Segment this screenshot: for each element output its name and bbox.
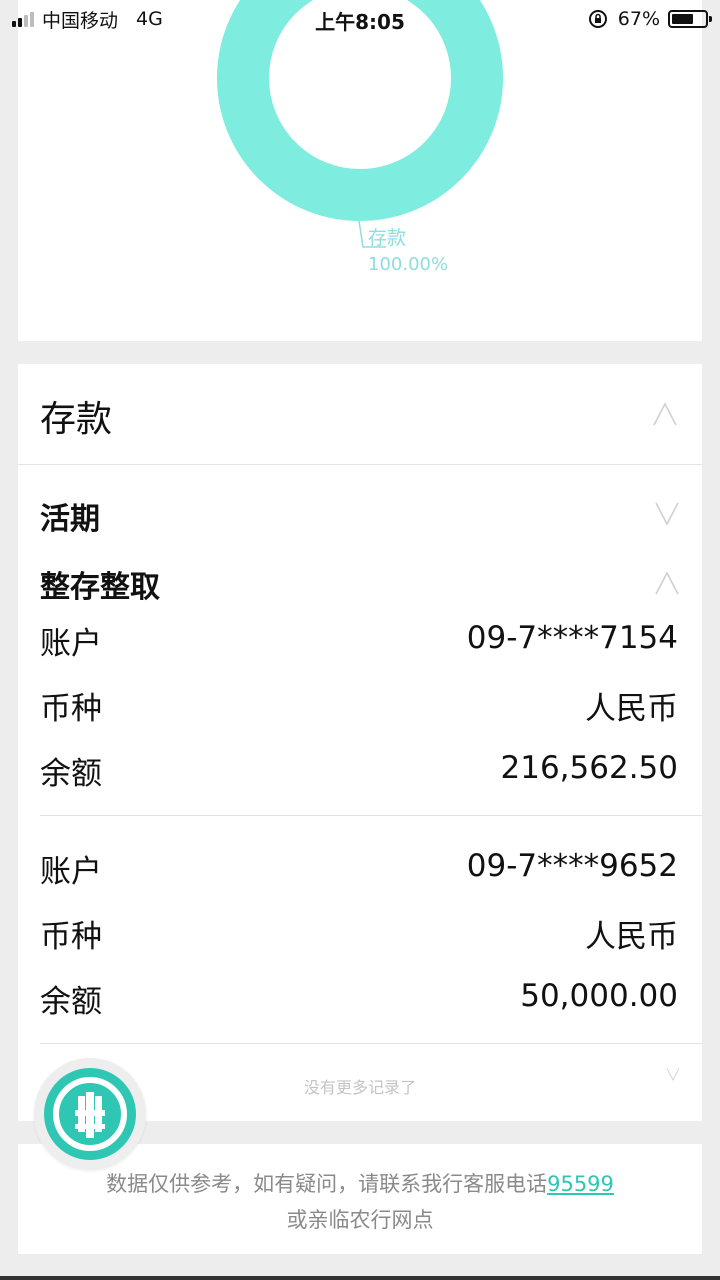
abc-bank-logo-icon <box>44 1068 136 1160</box>
deposit-card: 存款 活期 整存整取 账户 09-7****7154 币种 人民币 余额 216… <box>18 364 702 1121</box>
disclaimer-line-1: 数据仅供参考，如有疑问，请联系我行客服电话95599 <box>18 1168 702 1198</box>
account-divider <box>40 815 702 816</box>
balance-value: 50,000.00 <box>520 978 678 1014</box>
account-label: 账户 <box>40 626 102 662</box>
customer-service-phone-link[interactable]: 95599 <box>547 1172 614 1196</box>
rotation-lock-icon <box>588 10 607 28</box>
section-demand-deposit[interactable]: 活期 <box>40 494 100 538</box>
donut-chart: 存款 100.00% <box>217 0 503 275</box>
battery-level-fill <box>672 14 693 24</box>
currency-label: 币种 <box>40 691 102 727</box>
floating-bank-logo-button[interactable] <box>34 1058 146 1170</box>
currency-value: 人民币 <box>585 919 678 955</box>
disclaimer-text: 数据仅供参考，如有疑问，请联系我行客服电话 <box>106 1172 548 1196</box>
account-label: 账户 <box>40 854 102 890</box>
status-bar: 中国移动 4G 上午8:05 67% <box>0 0 720 38</box>
account-divider <box>40 1043 702 1044</box>
battery-tip <box>709 16 712 22</box>
disclaimer-line-2: 或亲临农行网点 <box>286 1208 434 1232</box>
balance-label: 余额 <box>40 984 102 1020</box>
slice-label-deposit: 存款 <box>368 227 406 249</box>
currency-label: 币种 <box>40 919 102 955</box>
chevron-down-icon[interactable] <box>654 500 680 526</box>
chevron-down-icon[interactable] <box>666 1066 680 1082</box>
account-number: 09-7****7154 <box>466 620 678 656</box>
status-bar-right: 67% <box>588 6 712 32</box>
account-number: 09-7****9652 <box>466 848 678 884</box>
battery-icon <box>668 10 712 28</box>
deposit-chart-card: 存款 100.00% <box>18 0 702 341</box>
deposit-title: 存款 <box>40 399 113 440</box>
balance-value: 216,562.50 <box>500 750 679 786</box>
bottom-edge-bar <box>0 1276 720 1280</box>
battery-percent: 67% <box>617 8 660 30</box>
slice-percent-deposit: 100.00% <box>368 254 448 275</box>
chevron-up-icon[interactable] <box>652 401 678 427</box>
chevron-up-icon[interactable] <box>654 570 680 596</box>
deposit-header[interactable]: 存款 <box>18 364 702 465</box>
currency-value: 人民币 <box>585 691 678 727</box>
balance-label: 余额 <box>40 756 102 792</box>
section-fixed-deposit[interactable]: 整存整取 <box>40 562 160 606</box>
